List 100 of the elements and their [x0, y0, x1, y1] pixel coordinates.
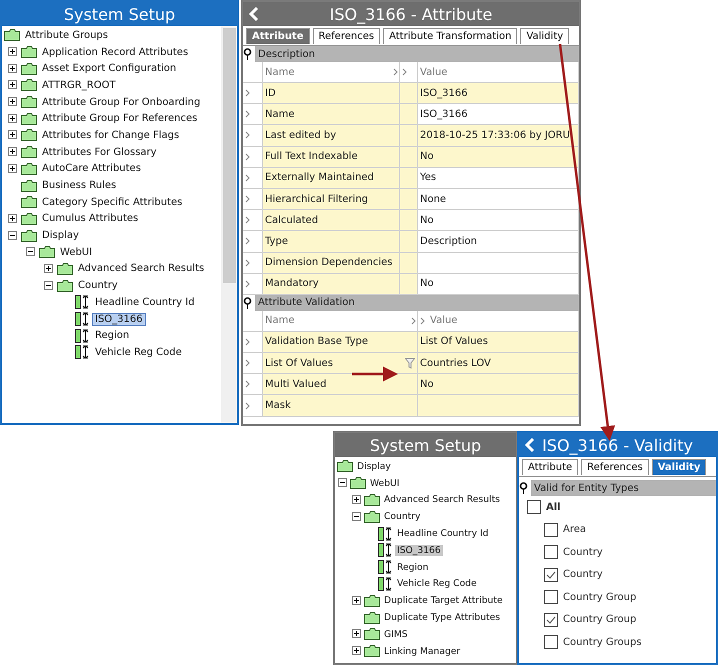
tree-item[interactable]: Headline Country Id [395, 528, 490, 540]
pin-icon[interactable] [243, 296, 252, 309]
tree-item[interactable]: Cumulus Attributes [40, 213, 140, 224]
back-icon[interactable] [525, 438, 535, 452]
checkbox[interactable] [544, 522, 558, 537]
folder-icon [21, 62, 37, 75]
tree-item[interactable]: Advanced Search Results [76, 263, 206, 274]
tree-item[interactable]: WebUI [368, 478, 402, 489]
tree-item[interactable]: Country [382, 511, 422, 522]
tree-item[interactable]: Attributes for Change Flags [40, 130, 182, 141]
tab[interactable]: References [581, 459, 649, 475]
tree-item[interactable]: Category Specific Attributes [40, 196, 184, 208]
expand-icon[interactable] [352, 494, 361, 504]
tree-item[interactable]: WebUI [58, 246, 94, 258]
pin-icon[interactable] [243, 48, 252, 60]
tree-item[interactable]: Attribute Group For References [40, 113, 200, 124]
expand-icon[interactable] [8, 47, 17, 56]
tree-item[interactable]: AutoCare Attributes [40, 163, 143, 174]
name-cell: List Of Values [263, 353, 418, 374]
expand-icon[interactable] [8, 64, 17, 73]
expand-icon[interactable] [8, 80, 17, 90]
expand-icon[interactable] [8, 114, 17, 123]
row-expand-icon [245, 402, 251, 410]
tree-item[interactable]: Headline Country Id [93, 296, 197, 308]
expand-icon[interactable] [8, 214, 17, 223]
tab[interactable]: Validity [652, 459, 706, 475]
column-header[interactable]: Name [265, 315, 295, 326]
tab[interactable]: Attribute [522, 459, 578, 475]
tree-item[interactable]: Display [355, 460, 393, 472]
checkbox[interactable] [544, 590, 558, 604]
tree-item[interactable]: ATTRGR_ROOT [40, 80, 118, 91]
column-header[interactable]: Value [420, 66, 578, 78]
scrollbar[interactable] [221, 26, 237, 423]
tree-item[interactable]: Duplicate Type Attributes [382, 612, 502, 624]
tree-item[interactable]: Region [395, 562, 430, 573]
tab[interactable]: References [312, 28, 380, 44]
tree-item[interactable]: Advanced Search Results [382, 494, 502, 506]
row-expand-icon [245, 174, 251, 182]
row-expand-icon [245, 280, 251, 288]
tree-item[interactable]: Country [76, 280, 120, 292]
tree-item[interactable]: Attribute Group For Onboarding [40, 96, 202, 108]
tree-item[interactable]: ISO_3166 [395, 544, 443, 556]
tree-item[interactable]: Vehicle Reg Code [395, 578, 479, 590]
folder-icon [21, 212, 37, 225]
tree-item[interactable]: Linking Manager [382, 646, 462, 657]
collapse-icon[interactable] [352, 512, 361, 521]
expand-icon[interactable] [44, 264, 53, 273]
name-cell: Hierarchical Filtering [263, 188, 400, 210]
tree-item[interactable]: GIMS [382, 628, 410, 640]
expand-icon[interactable] [8, 147, 17, 156]
expand-icon[interactable] [352, 596, 361, 605]
checkbox[interactable] [527, 500, 541, 514]
checkbox-label: Country Group [563, 614, 636, 626]
row-expand-icon [245, 216, 251, 224]
collapse-icon[interactable] [26, 247, 35, 256]
tree-item[interactable]: Attributes For Glossary [40, 146, 159, 158]
tree-item[interactable]: Application Record Attributes [40, 46, 190, 58]
tree-item[interactable]: Attribute Groups [23, 30, 110, 41]
folder-icon [4, 29, 20, 42]
tab[interactable]: Attribute Transformation [383, 28, 518, 44]
name-cell: Type [263, 231, 400, 252]
tree-item[interactable]: Vehicle Reg Code [93, 346, 184, 358]
expand-icon[interactable] [8, 97, 17, 106]
collapse-icon[interactable] [338, 478, 347, 488]
folder-icon [364, 594, 380, 607]
expand-icon[interactable] [8, 130, 17, 140]
tree-item[interactable]: Display [40, 230, 81, 242]
pin-icon[interactable] [519, 482, 528, 494]
filter-icon[interactable] [405, 358, 415, 370]
name-cell: Multi Valued [263, 374, 418, 394]
value-cell: 2018-10-25 17:33:06 by JORU [418, 125, 579, 146]
name-cell: ID [263, 83, 400, 104]
tree-item[interactable]: Duplicate Target Attribute [382, 595, 505, 606]
tree-item[interactable]: Asset Export Configuration [40, 63, 178, 74]
tab[interactable]: Attribute [246, 28, 310, 44]
tree-item[interactable]: ISO_3166 [93, 314, 145, 325]
expand-icon[interactable] [352, 629, 361, 638]
row-expand-icon [245, 195, 251, 204]
expand-icon[interactable] [352, 646, 361, 656]
tree-item[interactable]: Region [93, 330, 132, 342]
checkbox[interactable] [544, 612, 558, 627]
checkbox-label: Area [563, 524, 586, 536]
check-icon [546, 616, 556, 624]
name-cell: Mask [263, 395, 418, 416]
column-header[interactable]: Name [265, 66, 295, 78]
panel-title: System Setup [335, 433, 516, 457]
expand-icon[interactable] [8, 164, 17, 173]
folder-icon [21, 46, 37, 58]
section-header: Attribute Validation [255, 294, 579, 311]
value-cell: Description [418, 231, 579, 252]
checkbox[interactable] [544, 545, 558, 560]
collapse-icon[interactable] [44, 280, 53, 290]
tab[interactable]: Validity [520, 28, 570, 44]
checkbox[interactable] [544, 568, 558, 582]
back-icon[interactable] [249, 7, 259, 21]
checkbox[interactable] [544, 635, 558, 650]
column-header[interactable]: Value [430, 315, 578, 326]
collapse-icon[interactable] [8, 230, 17, 240]
tree-item[interactable]: Business Rules [40, 180, 118, 192]
folder-icon [21, 112, 37, 125]
